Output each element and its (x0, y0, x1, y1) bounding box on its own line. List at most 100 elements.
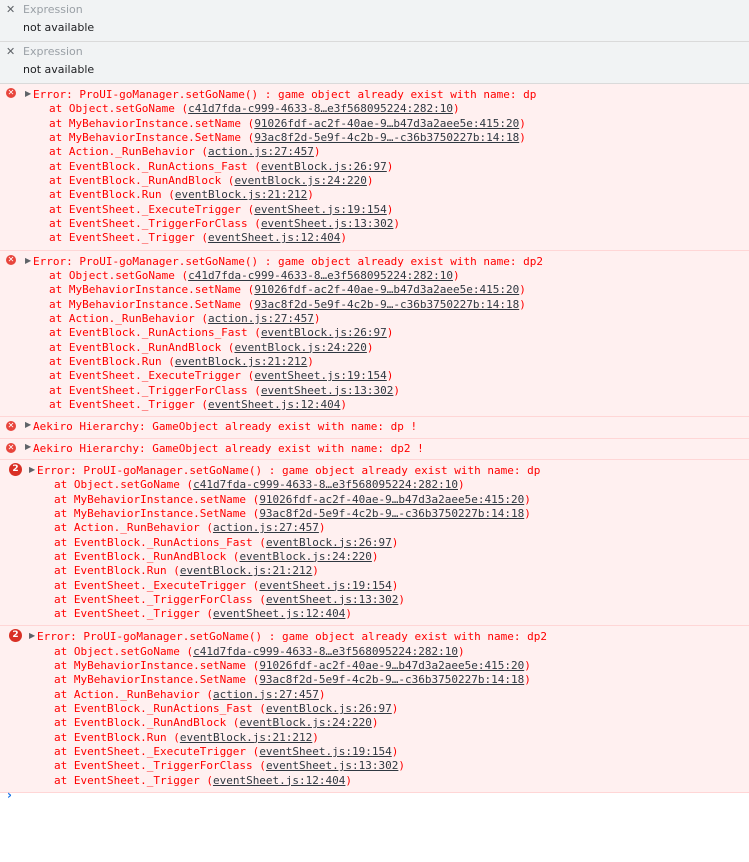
stack-frame-function: at EventSheet._ExecuteTrigger (54, 578, 247, 592)
stack-frame: at MyBehaviorInstance.SetName (93ac8f2d-… (49, 297, 526, 311)
source-location-link[interactable]: c41d7fda-c999-4633-8…e3f568095224:282:10 (188, 102, 453, 115)
stack-frame-function: at Object.setGoName (54, 644, 180, 658)
source-location-link[interactable]: eventSheet.js:19:154 (254, 369, 386, 382)
prompt-chevron-icon[interactable]: › (7, 788, 12, 802)
watch-expressions-panel: ✕ Expression not available ✕ Expression … (0, 0, 749, 84)
expression-label: Expression (23, 3, 83, 16)
source-location-link[interactable]: 91026fdf-ac2f-40ae-9…b47d3a2aee5e:415:20 (254, 117, 519, 130)
stack-frame-function: at Object.setGoName (49, 268, 175, 282)
stack-frame: at Action._RunBehavior (action.js:27:457… (54, 687, 326, 701)
error-message-text: Error: ProUI-goManager.setGoName() : gam… (37, 463, 541, 477)
expression-value: not available (23, 63, 95, 76)
stack-frame: at EventSheet._ExecuteTrigger (eventShee… (49, 202, 394, 216)
source-location-link[interactable]: eventBlock.js:21:212 (180, 564, 312, 577)
stack-frame: at MyBehaviorInstance.setName (91026fdf-… (49, 283, 526, 297)
stack-frame: at Object.setGoName (c41d7fda-c999-4633-… (49, 102, 460, 116)
console-error-message[interactable]: 2 ▶ Error: ProUI-goManager.setGoName() : g… (0, 626, 749, 794)
watch-expression[interactable]: ✕ Expression not available (0, 42, 749, 84)
source-location-link[interactable]: 91026fdf-ac2f-40ae-9…b47d3a2aee5e:415:20 (259, 659, 524, 672)
source-location-link[interactable]: eventBlock.js:21:212 (175, 188, 307, 201)
source-location-link[interactable]: eventSheet.js:12:404 (208, 398, 340, 411)
source-location-link[interactable]: eventBlock.js:26:97 (261, 326, 387, 339)
source-location-link[interactable]: 93ac8f2d-5e9f-4c2b-9…-c36b3750227b:14:18 (254, 298, 519, 311)
source-location-link[interactable]: eventSheet.js:19:154 (259, 579, 391, 592)
source-location-link[interactable]: 93ac8f2d-5e9f-4c2b-9…-c36b3750227b:14:18 (254, 131, 519, 144)
stack-frame-function: at EventBlock._RunAndBlock (54, 549, 227, 563)
stack-frame-function: at EventBlock._RunAndBlock (49, 173, 222, 187)
stack-frame-function: at Action._RunBehavior (54, 687, 200, 701)
stack-frame: at EventSheet._ExecuteTrigger (eventShee… (54, 745, 399, 759)
message-text: Aekiro Hierarchy: GameObject already exi… (33, 441, 424, 455)
source-location-link[interactable]: action.js:27:457 (213, 521, 319, 534)
source-location-link[interactable]: 91026fdf-ac2f-40ae-9…b47d3a2aee5e:415:20 (254, 283, 519, 296)
stack-frame-function: at EventBlock._RunActions_Fast (54, 702, 253, 716)
stack-frame-function: at Object.setGoName (54, 478, 180, 492)
source-location-link[interactable]: eventBlock.js:21:212 (180, 731, 312, 744)
stack-frame: at Object.setGoName (c41d7fda-c999-4633-… (54, 644, 465, 658)
close-icon[interactable]: ✕ (6, 45, 15, 58)
source-location-link[interactable]: eventSheet.js:12:404 (213, 607, 345, 620)
console-error-message[interactable]: ✕ ▶ Error: ProUI-goManager.setGoName() : g… (0, 250, 749, 418)
stack-frame-function: at EventSheet._ExecuteTrigger (54, 745, 247, 759)
message-text: Aekiro Hierarchy: GameObject already exi… (33, 420, 418, 434)
source-location-link[interactable]: 93ac8f2d-5e9f-4c2b-9…-c36b3750227b:14:18 (259, 507, 524, 520)
stack-frame-function: at EventSheet._TriggerForClass (54, 759, 253, 773)
stack-frame-function: at EventBlock.Run (54, 564, 167, 578)
stack-frame-function: at MyBehaviorInstance.SetName (49, 297, 242, 311)
source-location-link[interactable]: c41d7fda-c999-4633-8…e3f568095224:282:10 (193, 645, 458, 658)
console-warning-message[interactable]: ✕ ▶ Aekiro Hierarchy: GameObject already e… (0, 438, 749, 460)
source-location-link[interactable]: c41d7fda-c999-4633-8…e3f568095224:282:10 (193, 478, 458, 491)
stack-frame-function: at MyBehaviorInstance.SetName (54, 673, 247, 687)
stack-frame-function: at EventBlock.Run (54, 730, 167, 744)
stack-frame: at EventBlock.Run (eventBlock.js:21:212) (54, 564, 319, 578)
source-location-link[interactable]: eventBlock.js:26:97 (261, 160, 387, 173)
stack-frame-function: at MyBehaviorInstance.SetName (54, 506, 247, 520)
source-location-link[interactable]: eventSheet.js:19:154 (254, 203, 386, 216)
console-error-message[interactable]: 2 ▶ Error: ProUI-goManager.setGoName() : g… (0, 459, 749, 627)
source-location-link[interactable]: 93ac8f2d-5e9f-4c2b-9…-c36b3750227b:14:18 (259, 673, 524, 686)
stack-frame-function: at MyBehaviorInstance.SetName (49, 130, 242, 144)
stack-frame: at EventSheet._Trigger (eventSheet.js:12… (54, 773, 353, 787)
console-error-message[interactable]: ✕ ▶ Error: ProUI-goManager.setGoName() : g… (0, 84, 749, 251)
source-location-link[interactable]: c41d7fda-c999-4633-8…e3f568095224:282:10 (188, 269, 453, 282)
source-location-link[interactable]: eventSheet.js:13:302 (261, 384, 393, 397)
stack-frame: at MyBehaviorInstance.SetName (93ac8f2d-… (54, 673, 531, 687)
stack-frame: at EventBlock.Run (eventBlock.js:21:212) (49, 188, 314, 202)
stack-frame: at EventSheet._TriggerForClass (eventShe… (49, 383, 401, 397)
close-icon[interactable]: ✕ (6, 3, 15, 16)
source-location-link[interactable]: eventBlock.js:21:212 (175, 355, 307, 368)
expression-label: Expression (23, 45, 83, 58)
source-location-link[interactable]: action.js:27:457 (208, 145, 314, 158)
stack-frame: at EventBlock._RunActions_Fast (eventBlo… (49, 159, 394, 173)
source-location-link[interactable]: eventBlock.js:24:220 (234, 174, 366, 187)
stack-frame: at Action._RunBehavior (action.js:27:457… (54, 521, 326, 535)
watch-expression[interactable]: ✕ Expression not available (0, 0, 749, 42)
source-location-link[interactable]: eventSheet.js:13:302 (266, 593, 398, 606)
stack-frame-function: at EventSheet._TriggerForClass (49, 216, 248, 230)
stack-frame-function: at MyBehaviorInstance.setName (54, 492, 247, 506)
source-location-link[interactable]: action.js:27:457 (208, 312, 314, 325)
source-location-link[interactable]: eventSheet.js:19:154 (259, 745, 391, 758)
source-location-link[interactable]: eventBlock.js:24:220 (234, 341, 366, 354)
stack-frame-function: at EventSheet._Trigger (54, 607, 200, 621)
console-warning-message[interactable]: ✕ ▶ Aekiro Hierarchy: GameObject already e… (0, 417, 749, 439)
source-location-link[interactable]: 91026fdf-ac2f-40ae-9…b47d3a2aee5e:415:20 (259, 493, 524, 506)
source-location-link[interactable]: eventBlock.js:26:97 (266, 702, 392, 715)
stack-frame: at Action._RunBehavior (action.js:27:457… (49, 145, 321, 159)
stack-frame: at EventBlock._RunActions_Fast (eventBlo… (49, 326, 394, 340)
source-location-link[interactable]: eventSheet.js:12:404 (208, 231, 340, 244)
stack-frame-function: at EventSheet._TriggerForClass (54, 592, 253, 606)
stack-frame: at EventBlock._RunActions_Fast (eventBlo… (54, 535, 399, 549)
source-location-link[interactable]: eventBlock.js:24:220 (239, 716, 371, 729)
stack-frame-function: at EventSheet._ExecuteTrigger (49, 202, 242, 216)
source-location-link[interactable]: eventBlock.js:24:220 (239, 550, 371, 563)
source-location-link[interactable]: eventBlock.js:26:97 (266, 536, 392, 549)
stack-frame: at EventSheet._ExecuteTrigger (eventShee… (49, 369, 394, 383)
source-location-link[interactable]: eventSheet.js:12:404 (213, 774, 345, 787)
source-location-link[interactable]: eventSheet.js:13:302 (266, 759, 398, 772)
source-location-link[interactable]: eventSheet.js:13:302 (261, 217, 393, 230)
stack-frame: at EventBlock._RunAndBlock (eventBlock.j… (54, 716, 379, 730)
stack-frame-function: at EventBlock._RunAndBlock (49, 340, 222, 354)
expression-value: not available (23, 21, 95, 34)
source-location-link[interactable]: action.js:27:457 (213, 688, 319, 701)
